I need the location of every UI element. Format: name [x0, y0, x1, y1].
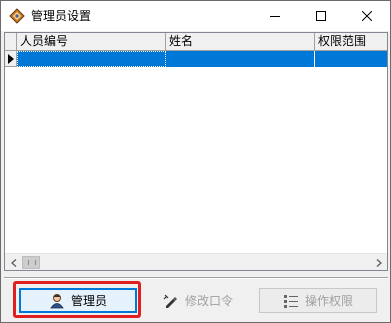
- change-password-button-label: 修改口令: [184, 294, 233, 308]
- title-bar[interactable]: 管理员设置: [1, 1, 390, 31]
- change-password-button[interactable]: 修改口令: [139, 288, 257, 313]
- maximize-icon: [316, 11, 326, 21]
- scroll-thumb[interactable]: [22, 256, 40, 269]
- app-logo-icon: [9, 8, 25, 24]
- grid-header: 人员编号 姓名 权限范围: [5, 33, 387, 51]
- scroll-right-button[interactable]: [370, 254, 387, 271]
- admin-button-label: 管理员: [70, 294, 107, 308]
- close-icon: [362, 11, 372, 21]
- cell-name[interactable]: [166, 51, 315, 67]
- row-indicator[interactable]: [5, 51, 17, 67]
- column-header-person-id[interactable]: 人员编号: [17, 33, 166, 50]
- chevron-right-icon: [376, 258, 382, 267]
- row-pointer-icon: [8, 54, 14, 64]
- minimize-icon: [270, 16, 280, 17]
- user-icon: [50, 293, 64, 308]
- maximize-button[interactable]: [298, 1, 344, 31]
- operation-permissions-button[interactable]: 操作权限: [259, 288, 377, 313]
- scroll-left-button[interactable]: [5, 254, 22, 271]
- close-button[interactable]: [344, 1, 390, 31]
- header-indicator-cell: [5, 33, 17, 50]
- admin-data-grid[interactable]: 人员编号 姓名 权限范围: [4, 32, 388, 271]
- column-header-permission-scope[interactable]: 权限范围: [315, 33, 387, 50]
- list-icon: [283, 294, 298, 308]
- chevron-left-icon: [10, 258, 16, 267]
- horizontal-scrollbar[interactable]: [5, 253, 387, 270]
- cell-permission-scope[interactable]: [315, 51, 387, 67]
- operation-permissions-button-label: 操作权限: [304, 294, 353, 308]
- cell-person-id[interactable]: [17, 51, 166, 67]
- admin-settings-window: 管理员设置 人员编号 姓名 权限范围 管理员 修改口令 操作权限: [0, 0, 391, 323]
- minimize-button[interactable]: [252, 1, 298, 31]
- divider: [4, 277, 388, 279]
- column-header-name[interactable]: 姓名: [166, 33, 315, 50]
- table-row[interactable]: [5, 51, 387, 67]
- admin-button[interactable]: 管理员: [19, 288, 137, 313]
- edit-pen-icon: [163, 294, 177, 308]
- window-title: 管理员设置: [31, 9, 92, 23]
